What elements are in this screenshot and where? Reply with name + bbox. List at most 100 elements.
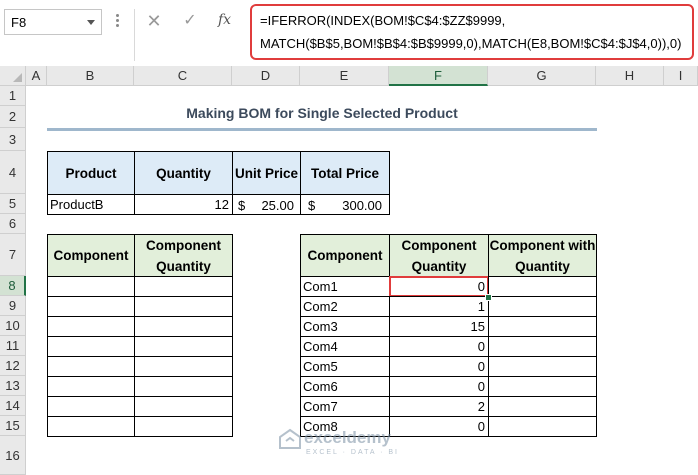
insert-function-icon[interactable]: fx (218, 12, 240, 30)
name-box[interactable]: F8 (4, 9, 102, 35)
right-component-quantity-cell[interactable]: 2 (389, 396, 489, 417)
row-header-1[interactable]: 1 (0, 86, 26, 106)
column-header-a[interactable]: A (26, 66, 47, 86)
row-header-7[interactable]: 7 (0, 234, 26, 276)
component-with-quantity-cell[interactable] (488, 396, 597, 417)
right-component-cell[interactable]: Com2 (300, 296, 390, 317)
formula-line-1: =IFERROR(INDEX(BOM!$C$4:$ZZ$9999, (260, 13, 506, 28)
unit-price-cell[interactable]: $ 25.00 (232, 194, 301, 215)
row-header-3[interactable]: 3 (0, 128, 26, 151)
right-component-cell[interactable]: Com3 (300, 316, 390, 337)
row-header-9[interactable]: 9 (0, 296, 26, 316)
row-header-10[interactable]: 10 (0, 316, 26, 336)
left-component-quantity-cell[interactable] (134, 396, 233, 417)
column-header-h[interactable]: H (596, 66, 664, 86)
column-header-e[interactable]: E (300, 66, 389, 86)
title-underline (47, 128, 597, 131)
left-component-cell[interactable] (47, 416, 135, 437)
left-component-cell[interactable] (47, 396, 135, 417)
row-header-11[interactable]: 11 (0, 336, 26, 356)
right-component-quantity-cell[interactable]: 0 (389, 356, 489, 377)
quantity-cell[interactable]: 12 (134, 194, 233, 215)
unit-price-value: 25.00 (261, 198, 294, 213)
product-cell[interactable]: ProductB (47, 194, 135, 215)
row-header-16[interactable]: 16 (0, 436, 26, 475)
row-header-8[interactable]: 8 (0, 276, 26, 296)
right-component-cell[interactable]: Com1 (300, 276, 390, 297)
row-header-12[interactable]: 12 (0, 356, 26, 376)
name-box-value: F8 (11, 15, 27, 30)
chevron-down-icon[interactable] (87, 20, 95, 25)
right-component-quantity-cell[interactable]: 0 (389, 376, 489, 397)
exceldemy-logo-icon (279, 428, 301, 449)
left-component-quantity-header[interactable]: Component Quantity (134, 234, 233, 277)
selected-cell-f8[interactable]: 0 (389, 276, 489, 297)
component-with-quantity-cell[interactable] (488, 376, 597, 397)
right-component-cell[interactable]: Com4 (300, 336, 390, 357)
enter-icon[interactable]: ✓ (182, 13, 198, 29)
component-with-quantity-cell[interactable] (488, 356, 597, 377)
total-price-header[interactable]: Total Price (300, 151, 390, 195)
left-component-cell[interactable] (47, 316, 135, 337)
right-component-cell[interactable]: Com6 (300, 376, 390, 397)
right-component-header[interactable]: Component (300, 234, 390, 277)
right-component-quantity-cell[interactable]: 1 (389, 296, 489, 317)
left-component-quantity-cell[interactable] (134, 376, 233, 397)
right-component-quantity-cell[interactable]: 15 (389, 316, 489, 337)
quantity-header[interactable]: Quantity (134, 151, 233, 195)
left-component-quantity-cell[interactable] (134, 276, 233, 297)
left-component-quantity-cell[interactable] (134, 296, 233, 317)
row-header-6[interactable]: 6 (0, 214, 26, 234)
right-component-quantity-header[interactable]: Component Quantity (389, 234, 489, 277)
column-header-i[interactable]: I (664, 66, 698, 86)
watermark-tagline: EXCEL · DATA · BI (306, 449, 399, 456)
component-with-quantity-cell[interactable] (488, 416, 597, 437)
left-component-cell[interactable] (47, 376, 135, 397)
left-component-quantity-cell[interactable] (134, 336, 233, 357)
spreadsheet-window: F8 ✕ ✓ fx =IFERROR(INDEX(BOM!$C$4:$ZZ$99… (0, 0, 698, 475)
component-with-quantity-header[interactable]: Component with Quantity (488, 234, 597, 277)
right-component-quantity-cell[interactable]: 0 (389, 336, 489, 357)
formula-bar-divider (134, 9, 135, 61)
right-component-cell[interactable]: Com7 (300, 396, 390, 417)
formula-input[interactable]: =IFERROR(INDEX(BOM!$C$4:$ZZ$9999, MATCH(… (250, 4, 694, 60)
right-component-cell[interactable]: Com5 (300, 356, 390, 377)
left-component-quantity-cell[interactable] (134, 356, 233, 377)
row-header-5[interactable]: 5 (0, 194, 26, 214)
product-header[interactable]: Product (47, 151, 135, 195)
column-header-d[interactable]: D (232, 66, 300, 86)
left-component-quantity-cell[interactable] (134, 316, 233, 337)
left-component-cell[interactable] (47, 356, 135, 377)
left-component-cell[interactable] (47, 276, 135, 297)
left-component-cell[interactable] (47, 336, 135, 357)
column-header-b[interactable]: B (47, 66, 134, 86)
component-with-quantity-cell[interactable] (488, 276, 597, 297)
row-header-13[interactable]: 13 (0, 376, 26, 396)
total-price-value: 300.00 (342, 198, 382, 213)
watermark-name: exceldemy (304, 428, 391, 447)
currency-symbol: $ (238, 198, 246, 213)
component-with-quantity-cell[interactable] (488, 316, 597, 337)
left-component-header[interactable]: Component (47, 234, 135, 277)
column-header-f[interactable]: F (389, 66, 488, 86)
fill-handle[interactable] (485, 294, 492, 301)
left-component-quantity-cell[interactable] (134, 416, 233, 437)
select-all-button[interactable] (0, 66, 26, 86)
sheet-title: Making BOM for Single Selected Product (186, 105, 458, 121)
exceldemy-watermark: exceldemy EXCEL · DATA · BI (278, 426, 428, 466)
column-header-c[interactable]: C (134, 66, 232, 86)
more-options-icon[interactable] (116, 12, 120, 32)
row-header-2[interactable]: 2 (0, 106, 26, 128)
column-header-g[interactable]: G (488, 66, 596, 86)
formula-bar: F8 ✕ ✓ fx =IFERROR(INDEX(BOM!$C$4:$ZZ$99… (0, 0, 698, 66)
row-header-15[interactable]: 15 (0, 416, 26, 436)
row-header-14[interactable]: 14 (0, 396, 26, 416)
currency-symbol: $ (308, 198, 316, 213)
row-header-4[interactable]: 4 (0, 151, 26, 194)
component-with-quantity-cell[interactable] (488, 336, 597, 357)
unit-price-header[interactable]: Unit Price (232, 151, 301, 195)
total-price-cell[interactable]: $ 300.00 (300, 194, 390, 215)
left-component-cell[interactable] (47, 296, 135, 317)
cancel-icon[interactable]: ✕ (146, 12, 162, 30)
component-with-quantity-cell[interactable] (488, 296, 597, 317)
